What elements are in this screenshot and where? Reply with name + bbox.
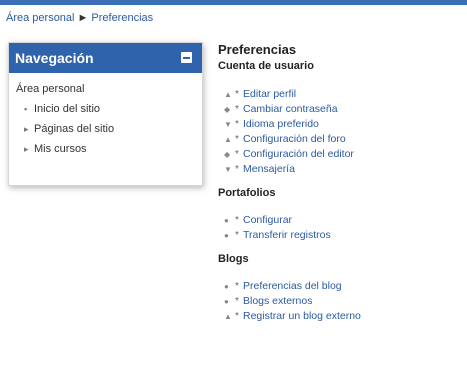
- breadcrumb-preferences-link[interactable]: Preferencias: [91, 12, 153, 24]
- user-account-links: ▲ * Editar perfil ◆ * Cambiar contraseña ▼ * I…: [218, 87, 463, 177]
- nav-item-dashboard[interactable]: Área personal: [16, 79, 202, 99]
- item-icon: ▲: [224, 135, 232, 144]
- star-icon: *: [235, 149, 239, 160]
- list-item: ▼ * Mensajería: [218, 162, 463, 177]
- star-icon: *: [235, 296, 239, 307]
- star-icon: *: [235, 164, 239, 175]
- list-item: ● * Transferir registros: [218, 228, 463, 243]
- nav-item-label: Mis cursos: [34, 143, 87, 155]
- breadcrumb: Área personal ► Preferencias: [6, 12, 153, 24]
- nav-item-label: Área personal: [16, 83, 85, 95]
- external-blogs-link[interactable]: Blogs externos: [243, 295, 312, 307]
- list-item: ● * Blogs externos: [218, 294, 463, 309]
- item-icon: ◆: [224, 105, 231, 114]
- top-bar: [0, 0, 467, 5]
- minus-icon[interactable]: [181, 52, 192, 63]
- transfer-logs-link[interactable]: Transferir registros: [243, 229, 331, 241]
- star-icon: *: [235, 215, 239, 226]
- blogs-links: ● * Preferencias del blog ● * Blogs externos…: [218, 279, 463, 324]
- expand-arrow-icon[interactable]: ▸: [24, 139, 34, 159]
- list-item: ◆ * Cambiar contraseña: [218, 102, 463, 117]
- star-icon: *: [235, 134, 239, 145]
- item-icon: ●: [224, 231, 229, 240]
- star-icon: *: [235, 311, 239, 322]
- item-icon: ▼: [224, 120, 232, 129]
- item-icon: ▲: [224, 312, 232, 321]
- breadcrumb-separator-icon: ►: [77, 12, 89, 24]
- nav-item-label: Páginas del sitio: [34, 123, 115, 135]
- forum-settings-link[interactable]: Configuración del foro: [243, 133, 346, 145]
- nav-item-my-courses[interactable]: ▸ Mis cursos: [16, 139, 202, 159]
- register-external-blog-link[interactable]: Registrar un blog externo: [243, 310, 361, 322]
- configure-portfolio-link[interactable]: Configurar: [243, 214, 292, 226]
- section-title-user-account: Cuenta de usuario: [218, 60, 314, 72]
- list-item: ● * Preferencias del blog: [218, 279, 463, 294]
- preferred-language-link[interactable]: Idioma preferido: [243, 118, 319, 130]
- breadcrumb-dashboard-link[interactable]: Área personal: [6, 12, 75, 24]
- nav-item-site-home[interactable]: ▪ Inicio del sitio: [16, 99, 202, 119]
- preferences-content: Preferencias Cuenta de usuario ▲ * Editar …: [218, 42, 463, 324]
- blog-preferences-link[interactable]: Preferencias del blog: [243, 280, 342, 292]
- change-password-link[interactable]: Cambiar contraseña: [243, 103, 338, 115]
- nav-item-label: Inicio del sitio: [34, 103, 101, 115]
- list-item: ▲ * Registrar un blog externo: [218, 309, 463, 324]
- star-icon: *: [235, 89, 239, 100]
- item-icon: ●: [224, 282, 229, 291]
- edit-profile-link[interactable]: Editar perfil: [243, 88, 296, 100]
- nav-item-site-pages[interactable]: ▸ Páginas del sitio: [16, 119, 202, 139]
- portfolios-links: ● * Configurar ● * Transferir registros: [218, 213, 463, 243]
- star-icon: *: [235, 119, 239, 130]
- list-item: ◆ * Configuración del editor: [218, 147, 463, 162]
- section-title-blogs: Blogs: [218, 253, 249, 265]
- navigation-title: Navegación: [15, 50, 94, 66]
- star-icon: *: [235, 104, 239, 115]
- section-title-portfolios: Portafolios: [218, 187, 276, 199]
- list-item: ▲ * Editar perfil: [218, 87, 463, 102]
- star-icon: *: [235, 281, 239, 292]
- item-icon: ▼: [224, 165, 232, 174]
- editor-settings-link[interactable]: Configuración del editor: [243, 148, 354, 160]
- item-icon: ●: [224, 297, 229, 306]
- messaging-link[interactable]: Mensajería: [243, 163, 295, 175]
- navigation-list: Área personal ▪ Inicio del sitio ▸ Páginas…: [9, 73, 202, 159]
- list-item: ▲ * Configuración del foro: [218, 132, 463, 147]
- item-icon: ●: [224, 216, 229, 225]
- list-item: ● * Configurar: [218, 213, 463, 228]
- item-icon: ▲: [224, 90, 232, 99]
- item-icon: ◆: [224, 150, 231, 159]
- expand-arrow-icon[interactable]: ▸: [24, 119, 34, 139]
- navigation-header: Navegación: [9, 43, 202, 73]
- star-icon: *: [235, 230, 239, 241]
- list-item: ▼ * Idioma preferido: [218, 117, 463, 132]
- page-title: Preferencias: [218, 42, 297, 57]
- navigation-block: Navegación Área personal ▪ Inicio del sit…: [8, 42, 203, 186]
- square-bullet-icon: ▪: [24, 104, 28, 114]
